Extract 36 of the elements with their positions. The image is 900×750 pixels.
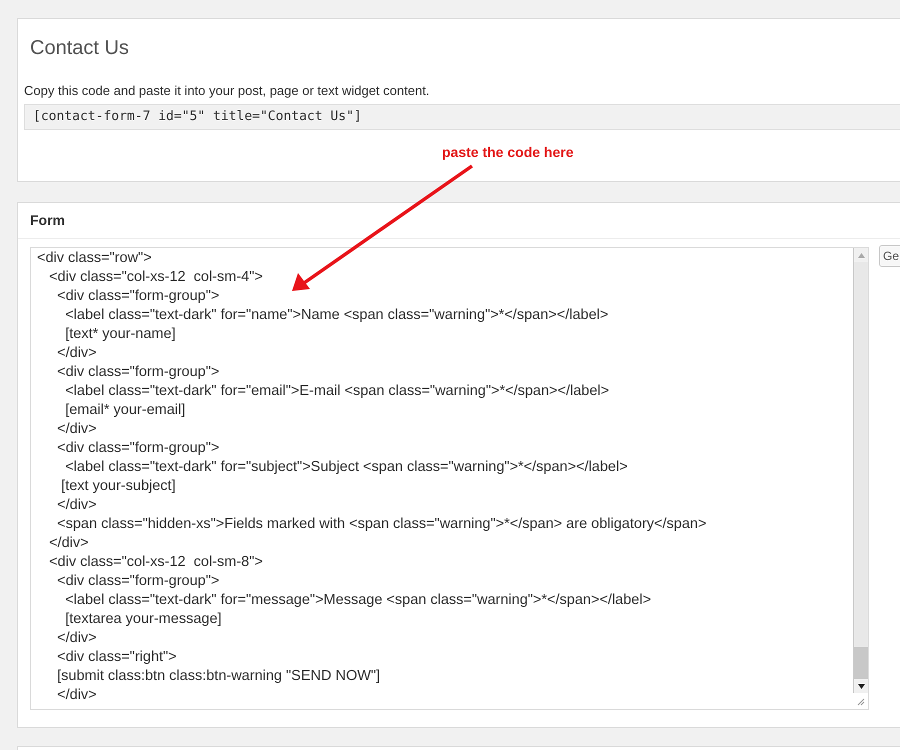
code-line: <label class="text-dark" for="name">Name <span class="warning">*</span></label>: [64, 306, 608, 325]
code-line: </div>: [56, 344, 97, 363]
code-line: <div class="right">: [56, 648, 177, 667]
code-line: </div>: [48, 534, 89, 553]
code-line: [textarea your-message]: [64, 610, 222, 629]
code-line: <div class="form-group">: [56, 439, 220, 458]
code-line: <div class="form-group">: [56, 287, 220, 306]
code-line: [text your-subject]: [60, 477, 176, 496]
code-line: [text* your-name]: [64, 325, 176, 344]
code-line: <div class="form-group">: [56, 363, 220, 382]
code-line: </div>: [56, 420, 97, 439]
down-arrow-icon[interactable]: [858, 684, 864, 688]
shortcode-field[interactable]: [contact-form-7 id="5" title="Contact Us"]: [24, 104, 900, 130]
generate-button[interactable]: Ge: [879, 245, 900, 267]
scrollbar-thumb[interactable]: [854, 647, 868, 679]
code-line: [submit class:btn class:btn-warning "SEND NOW"]: [56, 667, 380, 686]
code-line: </div>: [56, 686, 97, 705]
panel-title: Contact Us: [30, 36, 129, 61]
code-line: <span class="hidden-xs">Fields marked with <span class="warning">*</span> are obligatory</span>: [56, 515, 706, 534]
code-line: </div>: [56, 496, 97, 515]
code-line: <div class="col-xs-12 col-sm-4">: [48, 268, 263, 287]
code-line: </div>: [56, 629, 97, 648]
panel-title: Form: [30, 211, 65, 230]
annotation-text: paste the code here: [442, 144, 574, 160]
code-line: <label class="text-dark" for="email">E-mail <span class="warning">*</span></label>: [64, 382, 610, 401]
code-line: [email* your-email]: [64, 401, 186, 420]
code-line: <label class="text-dark" for="subject">Subject <span class="warning">*</span></label>: [64, 458, 628, 477]
code-line: <div class="row">: [37, 249, 152, 268]
up-arrow-icon[interactable]: [858, 252, 864, 258]
scrollbar[interactable]: [853, 248, 868, 693]
description: Copy this code and paste it into your post, page or text widget content.: [24, 82, 430, 100]
code-editor[interactable]: [30, 247, 869, 710]
resize-grip-icon[interactable]: [857, 698, 865, 706]
code-line: <div class="col-xs-12 col-sm-8">: [48, 553, 263, 572]
code-line: <div class="form-group">: [56, 572, 220, 591]
code-line: <label class="text-dark" for="message">Message <span class="warning">*</span></label>: [64, 591, 652, 610]
